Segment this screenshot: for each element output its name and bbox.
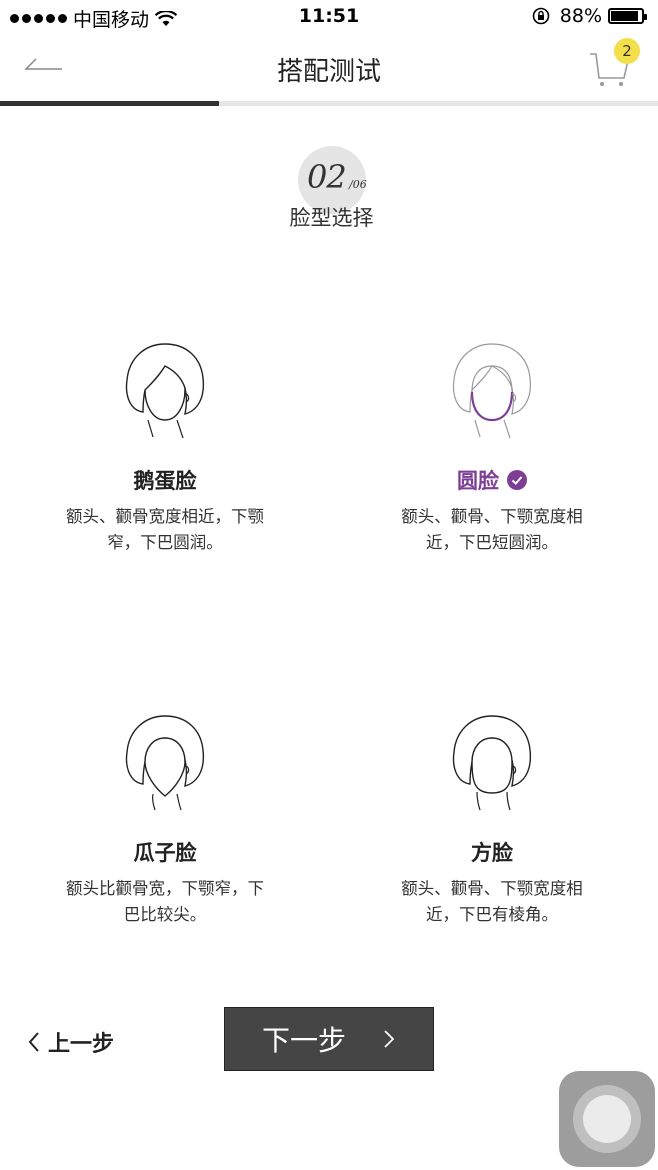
prev-step-label: 上一步 — [48, 1032, 115, 1057]
next-step-button[interactable]: 下一步 — [224, 1007, 434, 1071]
rotation-lock-icon — [532, 7, 550, 25]
option-title: 瓜子脸 — [35, 838, 295, 866]
round-face-icon — [452, 343, 531, 439]
battery-fill — [611, 11, 638, 21]
option-title-text: 圆脸 — [457, 469, 499, 493]
option-title: 鹅蛋脸 — [35, 466, 295, 494]
assistive-touch-center — [583, 1095, 631, 1143]
step-total: /06 — [349, 178, 367, 191]
heart-face-icon — [125, 715, 205, 811]
option-title: 方脸 — [362, 838, 622, 866]
check-icon — [507, 470, 527, 490]
option-title-text: 瓜子脸 — [133, 841, 197, 865]
progress-fill — [0, 101, 220, 106]
assistive-touch-button[interactable] — [559, 1071, 655, 1167]
cart-count-badge: 2 — [614, 38, 640, 64]
step-title: 脸型选择 — [289, 206, 374, 230]
header: 搭配测试 2 — [0, 34, 658, 100]
status-right: 88% — [532, 5, 647, 27]
option-description: 额头、颧骨、下颚宽度相近，下巴有棱角。 — [401, 879, 583, 924]
oval-face-icon — [125, 343, 205, 439]
chevron-left-icon — [28, 1032, 39, 1052]
option-square-face[interactable]: 方脸 额头、颧骨、下颚宽度相近，下巴有棱角。 — [362, 704, 622, 928]
chevron-right-icon — [384, 1030, 395, 1048]
step-current: 02 — [307, 158, 347, 196]
next-step-label: 下一步 — [261, 1024, 346, 1057]
option-title-text: 鹅蛋脸 — [133, 469, 197, 493]
option-heart-face[interactable]: 瓜子脸 额头比颧骨宽，下颚窄，下巴比较尖。 — [35, 704, 295, 928]
option-title: 圆脸 — [362, 466, 622, 494]
cart-button[interactable]: 2 — [588, 38, 640, 88]
square-face-icon — [452, 715, 532, 811]
progress-bar — [0, 101, 658, 106]
option-title-text: 方脸 — [471, 841, 513, 865]
option-oval-face[interactable]: 鹅蛋脸 额头、颧骨宽度相近，下颚窄，下巴圆润。 — [35, 332, 295, 556]
page-title: 搭配测试 — [276, 57, 381, 87]
battery-percent: 88% — [559, 5, 602, 27]
option-description: 额头、颧骨宽度相近，下颚窄，下巴圆润。 — [66, 507, 264, 552]
prev-step-button[interactable]: 上一步 — [26, 1022, 114, 1062]
option-description: 额头比颧骨宽，下颚窄，下巴比较尖。 — [66, 879, 264, 924]
option-description: 额头、颧骨、下颚宽度相近，下巴短圆润。 — [401, 507, 583, 552]
battery-icon — [608, 8, 647, 24]
option-round-face[interactable]: 圆脸 额头、颧骨、下颚宽度相近，下巴短圆润。 — [362, 332, 622, 556]
status-bar: 中国移动 11:51 88% — [0, 0, 658, 34]
